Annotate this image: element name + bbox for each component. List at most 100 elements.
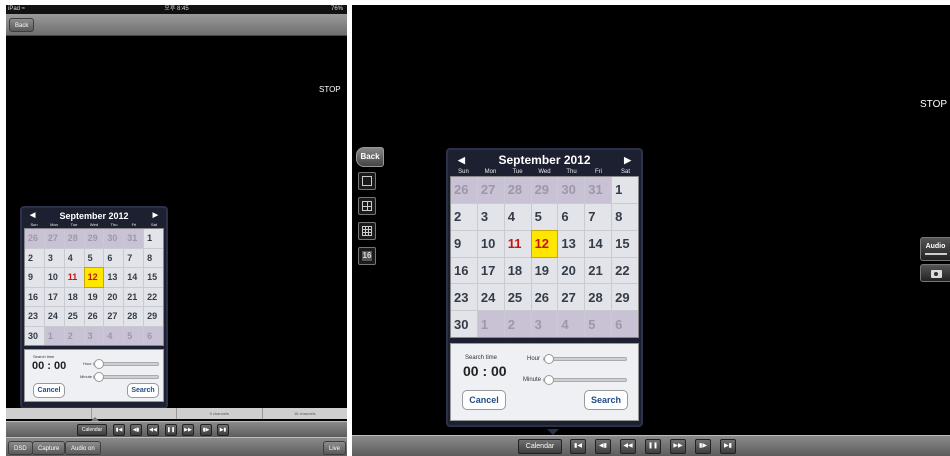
prev-month-icon[interactable]: ◀ [458,152,465,168]
tab-9-channels[interactable]: 9 channels [177,408,263,419]
day-cell[interactable]: 5 [531,203,558,230]
day-cell[interactable]: 27 [104,307,124,326]
back-button[interactable]: Back [9,18,35,32]
day-cell[interactable]: 27 [44,229,64,248]
day-cell[interactable]: 9 [451,230,477,257]
day-cell[interactable]: 27 [477,177,504,203]
day-cell[interactable]: 29 [531,177,558,203]
day-cell[interactable]: 6 [558,203,585,230]
layout-4-button[interactable] [358,197,376,215]
day-cell[interactable]: 29 [84,229,104,248]
layout-1-button[interactable] [358,172,376,190]
day-cell[interactable]: 30 [451,311,477,337]
selected-day-cell[interactable]: 12 [530,229,559,258]
audio-button[interactable]: Audio [920,237,950,261]
day-cell[interactable]: 22 [144,287,163,306]
day-cell[interactable]: 21 [585,257,612,284]
pause-icon[interactable]: ❚❚ [165,424,177,436]
day-cell[interactable]: 3 [477,203,504,230]
day-cell[interactable]: 8 [144,248,163,267]
day-cell[interactable]: 17 [477,257,504,284]
day-cell[interactable]: 6 [144,326,163,345]
day-cell[interactable]: 28 [504,177,531,203]
day-cell[interactable]: 2 [25,248,44,267]
day-cell[interactable]: 13 [558,230,585,257]
live-button[interactable]: Live [323,441,347,455]
day-cell[interactable]: 15 [144,268,163,287]
tab-1-channel[interactable] [6,408,92,419]
day-cell[interactable]: 4 [504,203,531,230]
day-cell[interactable]: 14 [585,230,612,257]
rewind-icon[interactable]: ◀◀ [620,439,636,454]
day-cell[interactable]: 5 [585,311,612,337]
day-cell[interactable]: 31 [124,229,144,248]
day-cell[interactable]: 11 [504,230,531,257]
day-cell[interactable]: 24 [44,307,64,326]
minute-slider-knob[interactable] [94,372,104,382]
calendar-button[interactable]: Calendar [518,439,562,454]
day-cell[interactable]: 14 [124,268,144,287]
selected-day-cell[interactable]: 12 [83,267,105,288]
day-cell[interactable]: 21 [124,287,144,306]
day-cell[interactable]: 26 [531,284,558,311]
day-cell[interactable]: 2 [451,203,477,230]
step-back-icon[interactable]: ◀▮ [130,424,142,436]
day-cell[interactable]: 13 [104,268,124,287]
day-cell[interactable]: 10 [477,230,504,257]
fast-forward-icon[interactable]: ▶▶ [182,424,194,436]
day-cell[interactable]: 1 [612,177,638,203]
day-cell[interactable]: 1 [144,229,163,248]
day-cell[interactable]: 25 [64,307,84,326]
next-month-icon[interactable]: ▶ [624,152,631,168]
day-cell[interactable]: 23 [25,307,44,326]
day-cell[interactable]: 17 [44,287,64,306]
day-cell[interactable]: 2 [504,311,531,337]
day-cell[interactable]: 29 [144,307,163,326]
dsd-button[interactable]: DSD [8,441,33,455]
hour-slider-knob[interactable] [94,359,104,369]
day-cell[interactable]: 27 [558,284,585,311]
search-button[interactable]: Search [584,390,628,410]
day-cell[interactable]: 26 [25,229,44,248]
layout-9-button[interactable] [358,222,376,240]
search-button[interactable]: Search [127,383,159,398]
capture-button[interactable]: Capture [32,441,66,455]
step-forward-icon[interactable]: ▮▶ [200,424,212,436]
day-cell[interactable]: 19 [84,287,104,306]
day-cell[interactable]: 16 [25,287,44,306]
day-cell[interactable]: 25 [504,284,531,311]
step-forward-icon[interactable]: ▮▶ [695,439,711,454]
day-cell[interactable]: 7 [124,248,144,267]
skip-end-icon[interactable]: ▶▮ [720,439,736,454]
day-cell[interactable]: 2 [64,326,84,345]
day-cell[interactable]: 7 [585,203,612,230]
day-cell[interactable]: 20 [104,287,124,306]
day-cell[interactable]: 18 [64,287,84,306]
rewind-icon[interactable]: ◀◀ [147,424,159,436]
minute-slider-knob[interactable] [544,375,554,385]
day-cell[interactable]: 30 [558,177,585,203]
layout-16-button[interactable]: 16 [358,247,376,265]
audio-on-button[interactable]: Audio on [65,441,101,455]
day-cell[interactable]: 28 [585,284,612,311]
pause-icon[interactable]: ❚❚ [645,439,661,454]
day-cell[interactable]: 11 [64,268,84,287]
day-cell[interactable]: 20 [558,257,585,284]
skip-start-icon[interactable]: ▮◀ [113,424,125,436]
step-back-icon[interactable]: ◀▮ [595,439,611,454]
hour-slider-knob[interactable] [544,354,554,364]
day-cell[interactable]: 23 [451,284,477,311]
day-cell[interactable]: 5 [84,248,104,267]
day-cell[interactable]: 16 [451,257,477,284]
tab-16-channels[interactable]: 16 channels [263,408,348,419]
tab-4-channels[interactable] [92,408,177,419]
day-cell[interactable]: 6 [612,311,638,337]
hour-slider[interactable] [543,354,627,364]
day-cell[interactable]: 4 [558,311,585,337]
day-cell[interactable]: 18 [504,257,531,284]
day-cell[interactable]: 30 [25,326,44,345]
day-cell[interactable]: 8 [612,203,638,230]
day-cell[interactable]: 15 [612,230,638,257]
day-cell[interactable]: 3 [84,326,104,345]
minute-slider[interactable] [543,375,627,385]
